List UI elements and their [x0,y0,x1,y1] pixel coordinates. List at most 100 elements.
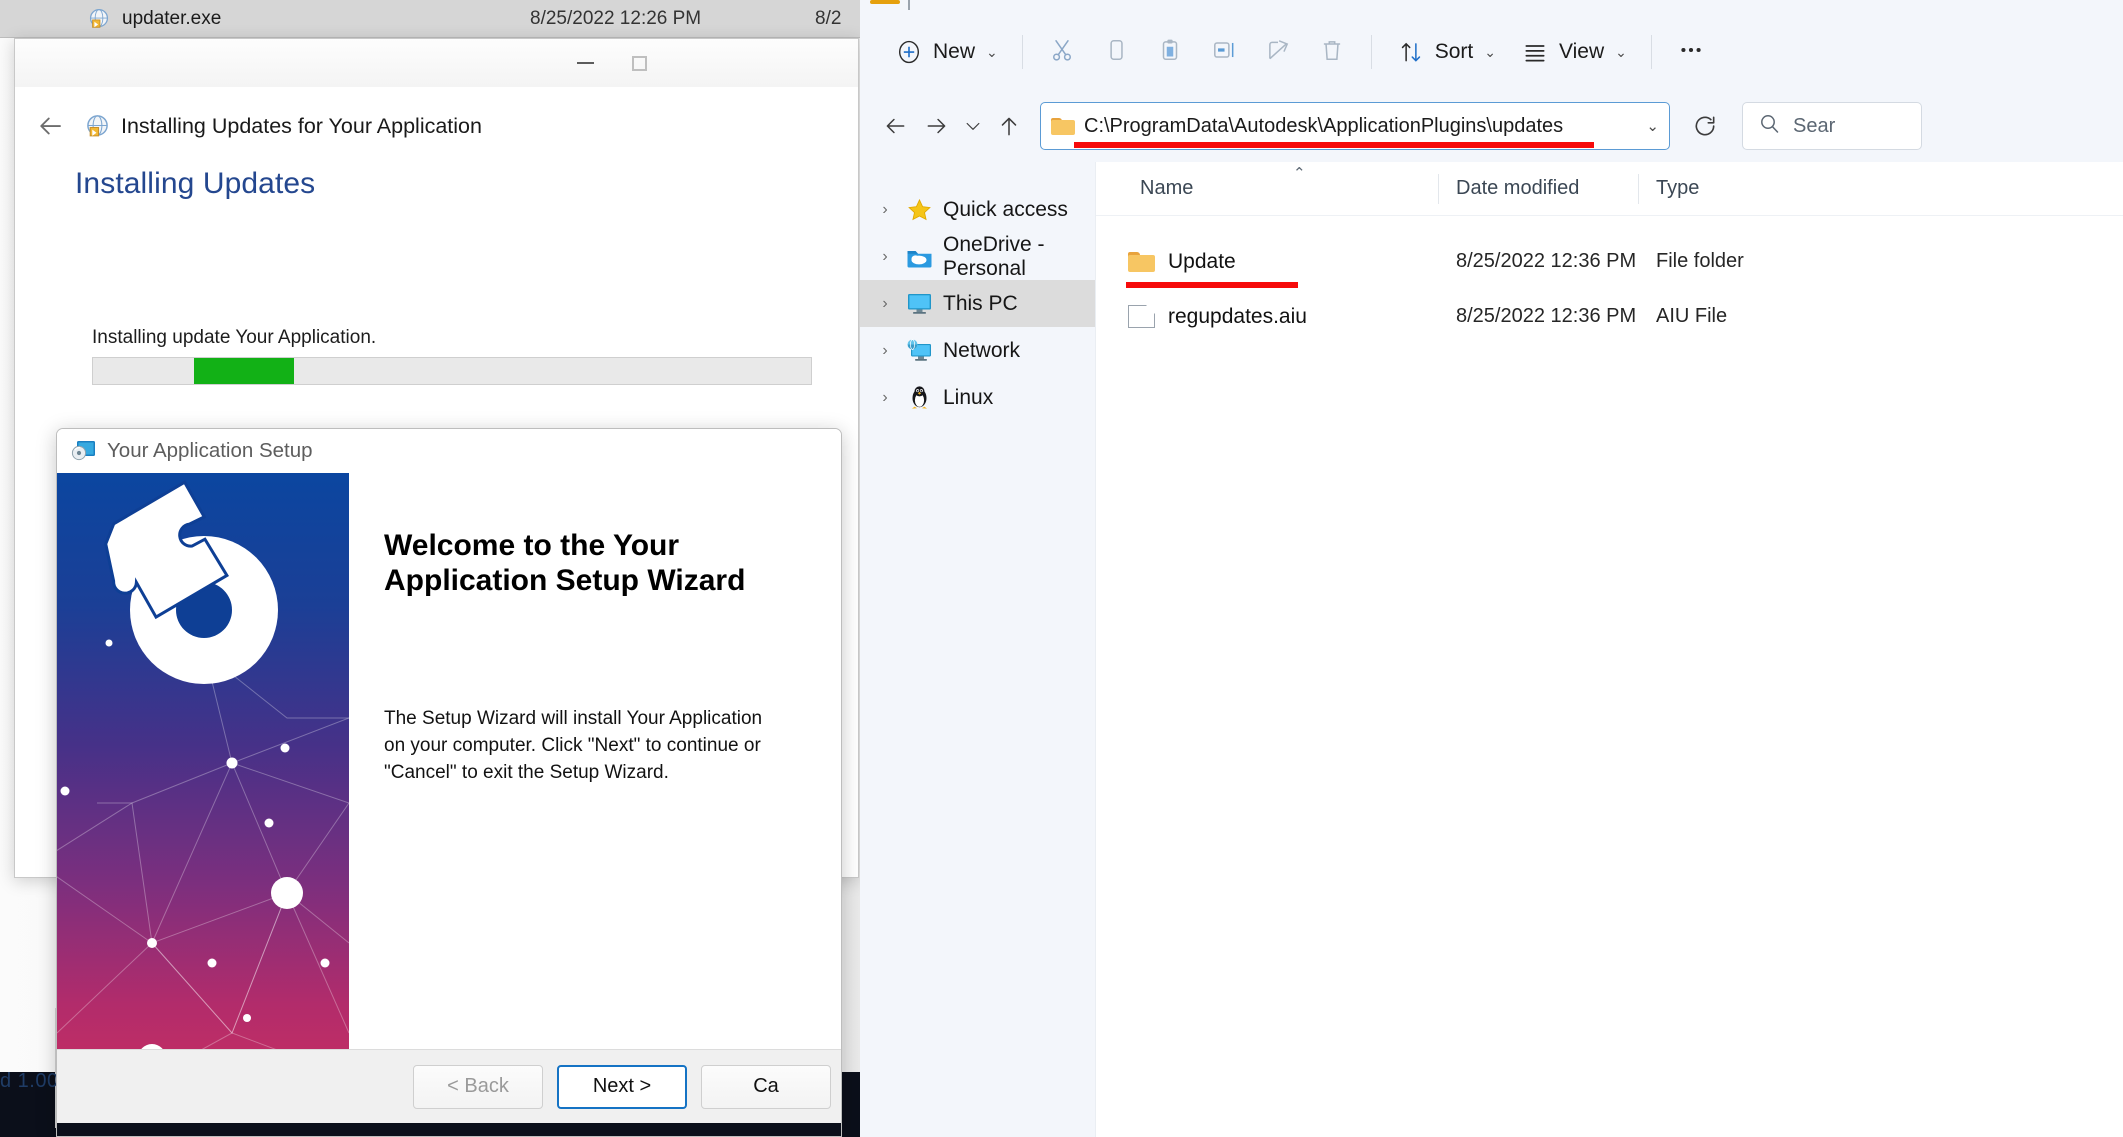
arrow-right-icon [927,118,946,134]
search-icon [1757,112,1781,141]
chevron-right-icon[interactable]: › [874,248,896,266]
navigation-pane: › Quick access › OneDrive - Personal › This P… [860,162,1095,1137]
folder-icon [1128,250,1155,273]
updater-heading: Installing Updates [75,167,316,200]
scissors-icon [1049,37,1075,68]
explorer-toolbar: New ⌄ Sort ⌄ View ⌄ [860,14,2123,90]
refresh-icon [1695,116,1715,136]
setup-wizard-window: Your Application Setup Welcome to the Yo… [56,428,842,1137]
search-box[interactable]: Sear [1742,102,1922,150]
chevron-down-icon: ⌄ [1484,43,1496,60]
share-button[interactable] [1251,29,1305,75]
chevron-right-icon[interactable]: › [874,295,896,313]
view-button[interactable]: View ⌄ [1508,29,1639,75]
more-options-button[interactable] [1664,29,1718,75]
background-file-date: 8/25/2022 12:26 PM [530,8,702,29]
onedrive-icon [906,244,933,269]
back-button[interactable]: < Back [413,1064,543,1109]
sidebar-item-linux[interactable]: › Linux [860,374,1095,421]
sidebar-item-this-pc[interactable]: › This PC [860,280,1095,327]
column-header-name[interactable]: Name [1140,177,1193,200]
sort-button[interactable]: Sort ⌄ [1384,29,1508,75]
chevron-down-icon: ⌄ [986,43,998,60]
chevron-down-icon[interactable]: ⌄ [1646,117,1659,135]
nav-recent-button[interactable] [958,105,988,147]
updater-header: Installing Updates for Your Application [15,95,858,157]
column-divider[interactable] [1638,174,1639,204]
sort-arrows-icon [1396,37,1426,67]
maximize-button[interactable] [616,47,662,79]
address-bar[interactable]: C:\ProgramData\Autodesk\ApplicationPlugi… [1040,102,1670,150]
chevron-right-icon[interactable]: › [874,342,896,360]
explorer-tab-strip [860,0,2123,14]
view-button-label: View [1559,40,1605,63]
exe-globe-icon [88,8,110,30]
back-arrow-icon[interactable] [33,109,67,143]
setup-disc-icon [71,439,97,463]
chevron-down-icon [966,122,980,130]
sidebar-item-quick-access[interactable]: › Quick access [860,186,1095,233]
rename-button[interactable] [1197,29,1251,75]
toolbar-divider-3 [1650,35,1652,69]
table-row[interactable]: Update 8/25/2022 12:36 PM File folder [1096,234,2123,289]
nav-up-button[interactable] [988,105,1030,147]
chevron-right-icon[interactable]: › [874,389,896,407]
file-explorer-window: New ⌄ Sort ⌄ View ⌄ C:\ProgramData\Autod… [860,0,2123,1137]
file-type: File folder [1656,250,1744,272]
monitor-icon [906,291,933,316]
network-icon [906,338,933,363]
column-header-date-modified[interactable]: Date modified [1456,177,1579,200]
new-button-label: New [933,40,976,63]
ellipsis-icon [1678,37,1704,68]
minimize-icon [576,62,594,64]
minimize-button[interactable] [562,47,608,79]
file-date-modified: 8/25/2022 12:36 PM [1456,305,1637,327]
setup-wizard-titlebar: Your Application Setup [57,429,841,473]
background-file-row[interactable]: updater.exe 8/25/2022 12:26 PM 8/2 [0,0,880,38]
explorer-navigation-bar: C:\ProgramData\Autodesk\ApplicationPlugi… [860,90,2123,162]
address-highlight-annotation [1074,142,1594,148]
file-list-pane: ⌃ Name Date modified Type Update 8/25/2022 … [1095,162,2123,1137]
chevron-right-icon[interactable]: › [874,201,896,219]
sidebar-item-label: Network [943,338,1021,362]
nav-back-button[interactable] [874,105,916,147]
delete-button[interactable] [1305,29,1359,75]
column-header-row: Name Date modified Type [1096,162,2123,216]
explorer-main-area: › Quick access › OneDrive - Personal › This P… [860,162,2123,1137]
sidebar-item-network[interactable]: › Network [860,327,1095,374]
updater-status-text: Installing update Your Application. [92,327,377,348]
column-divider[interactable] [1438,174,1439,204]
setup-wizard-content: Welcome to the Your Application Setup Wi… [349,473,841,1077]
search-input[interactable]: Sear [1793,115,1835,138]
chevron-down-icon: ⌄ [1615,43,1627,60]
file-icon [1128,305,1155,328]
toolbar-divider-2 [1370,35,1372,69]
setup-wizard-banner [57,473,349,1077]
sidebar-item-onedrive-personal[interactable]: › OneDrive - Personal [860,233,1095,280]
file-name: regupdates.aiu [1168,304,1307,328]
cut-button[interactable] [1035,29,1089,75]
copy-icon [1103,37,1129,68]
setup-wizard-body: Welcome to the Your Application Setup Wi… [57,473,841,1077]
paste-button[interactable] [1143,29,1197,75]
background-file-name: updater.exe [122,8,222,29]
setup-wizard-welcome-heading: Welcome to the Your Application Setup Wi… [384,529,746,598]
cancel-button[interactable]: Ca [701,1064,831,1109]
setup-wizard-bottom-edge [57,1123,841,1136]
column-header-type[interactable]: Type [1656,177,1699,200]
copy-button[interactable] [1089,29,1143,75]
arrow-left-icon [886,118,905,134]
nav-forward-button[interactable] [916,105,958,147]
next-button[interactable]: Next > [557,1064,687,1109]
tab-caret-icon [908,0,910,10]
tab-accent-bar [870,0,900,4]
new-button[interactable]: New ⌄ [882,29,1010,75]
file-type: AIU File [1656,305,1728,327]
sidebar-item-label: Quick access [943,197,1068,221]
table-row[interactable]: regupdates.aiu 8/25/2022 12:36 PM AIU File [1096,289,2123,344]
file-date-modified: 8/25/2022 12:36 PM [1456,250,1637,272]
progress-bar-chunk [193,358,295,384]
address-bar-path: C:\ProgramData\Autodesk\ApplicationPlugi… [1084,114,1564,137]
file-name: Update [1168,249,1236,273]
refresh-button[interactable] [1680,102,1730,150]
